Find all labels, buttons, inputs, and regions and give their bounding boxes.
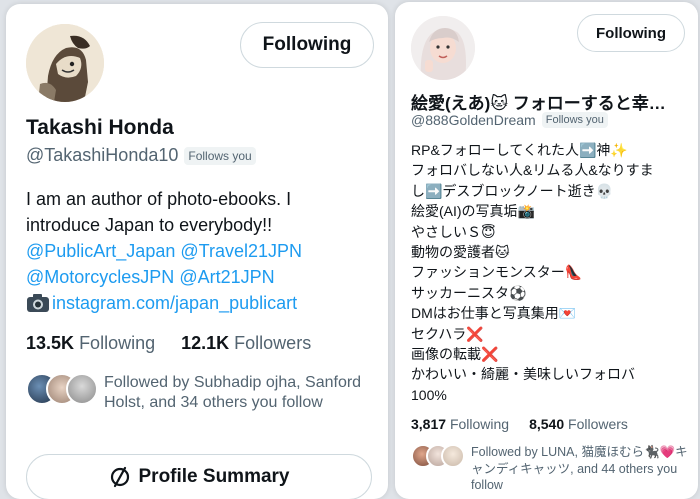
bio-line: 画像の転載❌ xyxy=(411,346,499,363)
mention-link[interactable]: @Travel21JPN xyxy=(180,241,302,261)
follow-stats: 3,817 Following 8,540 Followers xyxy=(411,416,628,432)
following-button[interactable]: Following xyxy=(577,14,685,52)
bio-line: 100% xyxy=(411,386,447,403)
camera-icon xyxy=(26,293,50,313)
following-count: 13.5K xyxy=(26,333,75,353)
bio-line: I am an author of photo-ebooks. I xyxy=(26,189,292,209)
avatar xyxy=(66,373,98,405)
followers-label: Followers xyxy=(568,416,628,432)
avatar xyxy=(441,444,465,468)
followers-count: 12.1K xyxy=(181,333,230,353)
handle-row: @888GoldenDream Follows you xyxy=(411,112,608,128)
display-name[interactable]: 絵愛(えあ)🐱 フォローすると幸… xyxy=(411,89,691,114)
bio-line: し➡️デスブロックノート逝き💀 xyxy=(411,182,614,199)
profile-hover-card-takashi: Following Takashi Honda @TakashiHonda10 … xyxy=(6,4,388,499)
profile-summary-label: Profile Summary xyxy=(138,466,290,487)
instagram-link[interactable]: instagram.com/japan_publicart xyxy=(52,290,297,316)
bio-line: introduce Japan to everybody!! xyxy=(26,215,273,235)
bio-line: DMはお仕事と写真集用💌 xyxy=(411,305,577,322)
mention-link[interactable]: @PublicArt_Japan xyxy=(26,241,175,261)
followers-count: 8,540 xyxy=(529,416,565,432)
follows-you-badge: Follows you xyxy=(184,146,256,165)
bio-line: フォロバしない人&リムる人&なりすま xyxy=(411,162,654,179)
followers-stat[interactable]: 12.1K Followers xyxy=(181,333,311,354)
following-stat[interactable]: 3,817 Following xyxy=(411,416,509,432)
handle[interactable]: @TakashiHonda10 xyxy=(26,145,178,166)
mention-link[interactable]: @Art21JPN xyxy=(179,267,274,287)
following-label: Following xyxy=(79,333,156,353)
display-name[interactable]: Takashi Honda xyxy=(26,116,174,140)
bio-line: やさしいＳ😇 xyxy=(411,223,496,240)
bio-line: セクハラ❌ xyxy=(411,325,484,342)
slash-circle-icon xyxy=(109,466,131,488)
followers-stat[interactable]: 8,540 Followers xyxy=(529,416,628,432)
followed-by[interactable]: Followed by LUNA, 猫魔ほむら🐈‍⬛💗キャンディキャッツ, an… xyxy=(411,444,693,496)
following-stat[interactable]: 13.5K Following xyxy=(26,333,155,354)
follows-you-badge: Follows you xyxy=(541,112,608,128)
follow-stats: 13.5K Following 12.1K Followers xyxy=(26,333,311,354)
handle[interactable]: @888GoldenDream xyxy=(411,112,536,128)
followed-by-text: Followed by Subhadip ojha, Sanford Holst… xyxy=(104,374,362,411)
following-label: Following xyxy=(449,416,510,432)
followers-label: Followers xyxy=(234,333,312,353)
followed-by[interactable]: Followed by Subhadip ojha, Sanford Holst… xyxy=(26,373,386,433)
followed-by-text: Followed by LUNA, 猫魔ほむら🐈‍⬛💗キャンディキャッツ, an… xyxy=(471,445,688,492)
bio-line: 動物の愛護者🐱 xyxy=(411,244,510,261)
profile-summary-button[interactable]: Profile Summary xyxy=(26,454,372,499)
avatar[interactable] xyxy=(411,16,475,80)
handle-row: @TakashiHonda10 Follows you xyxy=(26,145,256,166)
avatar[interactable] xyxy=(26,24,104,102)
bio-line: RP&フォローしてくれた人➡️神✨ xyxy=(411,142,628,158)
bio-line: サッカーニスタ⚽ xyxy=(411,284,527,301)
following-button[interactable]: Following xyxy=(240,22,374,68)
following-count: 3,817 xyxy=(411,416,447,432)
profile-hover-card-ea: Following 絵愛(えあ)🐱 フォローすると幸… @888GoldenDr… xyxy=(395,2,698,499)
bio: RP&フォローしてくれた人➡️神✨ フォロバしない人&リムる人&なりすま し➡️… xyxy=(411,140,693,405)
mention-link[interactable]: @MotorcyclesJPN xyxy=(26,267,174,287)
bio-line: 絵愛(AI)の写真垢📸 xyxy=(411,203,535,220)
bio-line: かわいい・綺麗・美味しいフォロバ xyxy=(411,366,635,383)
bio-line: ファッションモンスター👠 xyxy=(411,264,583,281)
bio: I am an author of photo-ebooks. I introd… xyxy=(26,186,376,316)
